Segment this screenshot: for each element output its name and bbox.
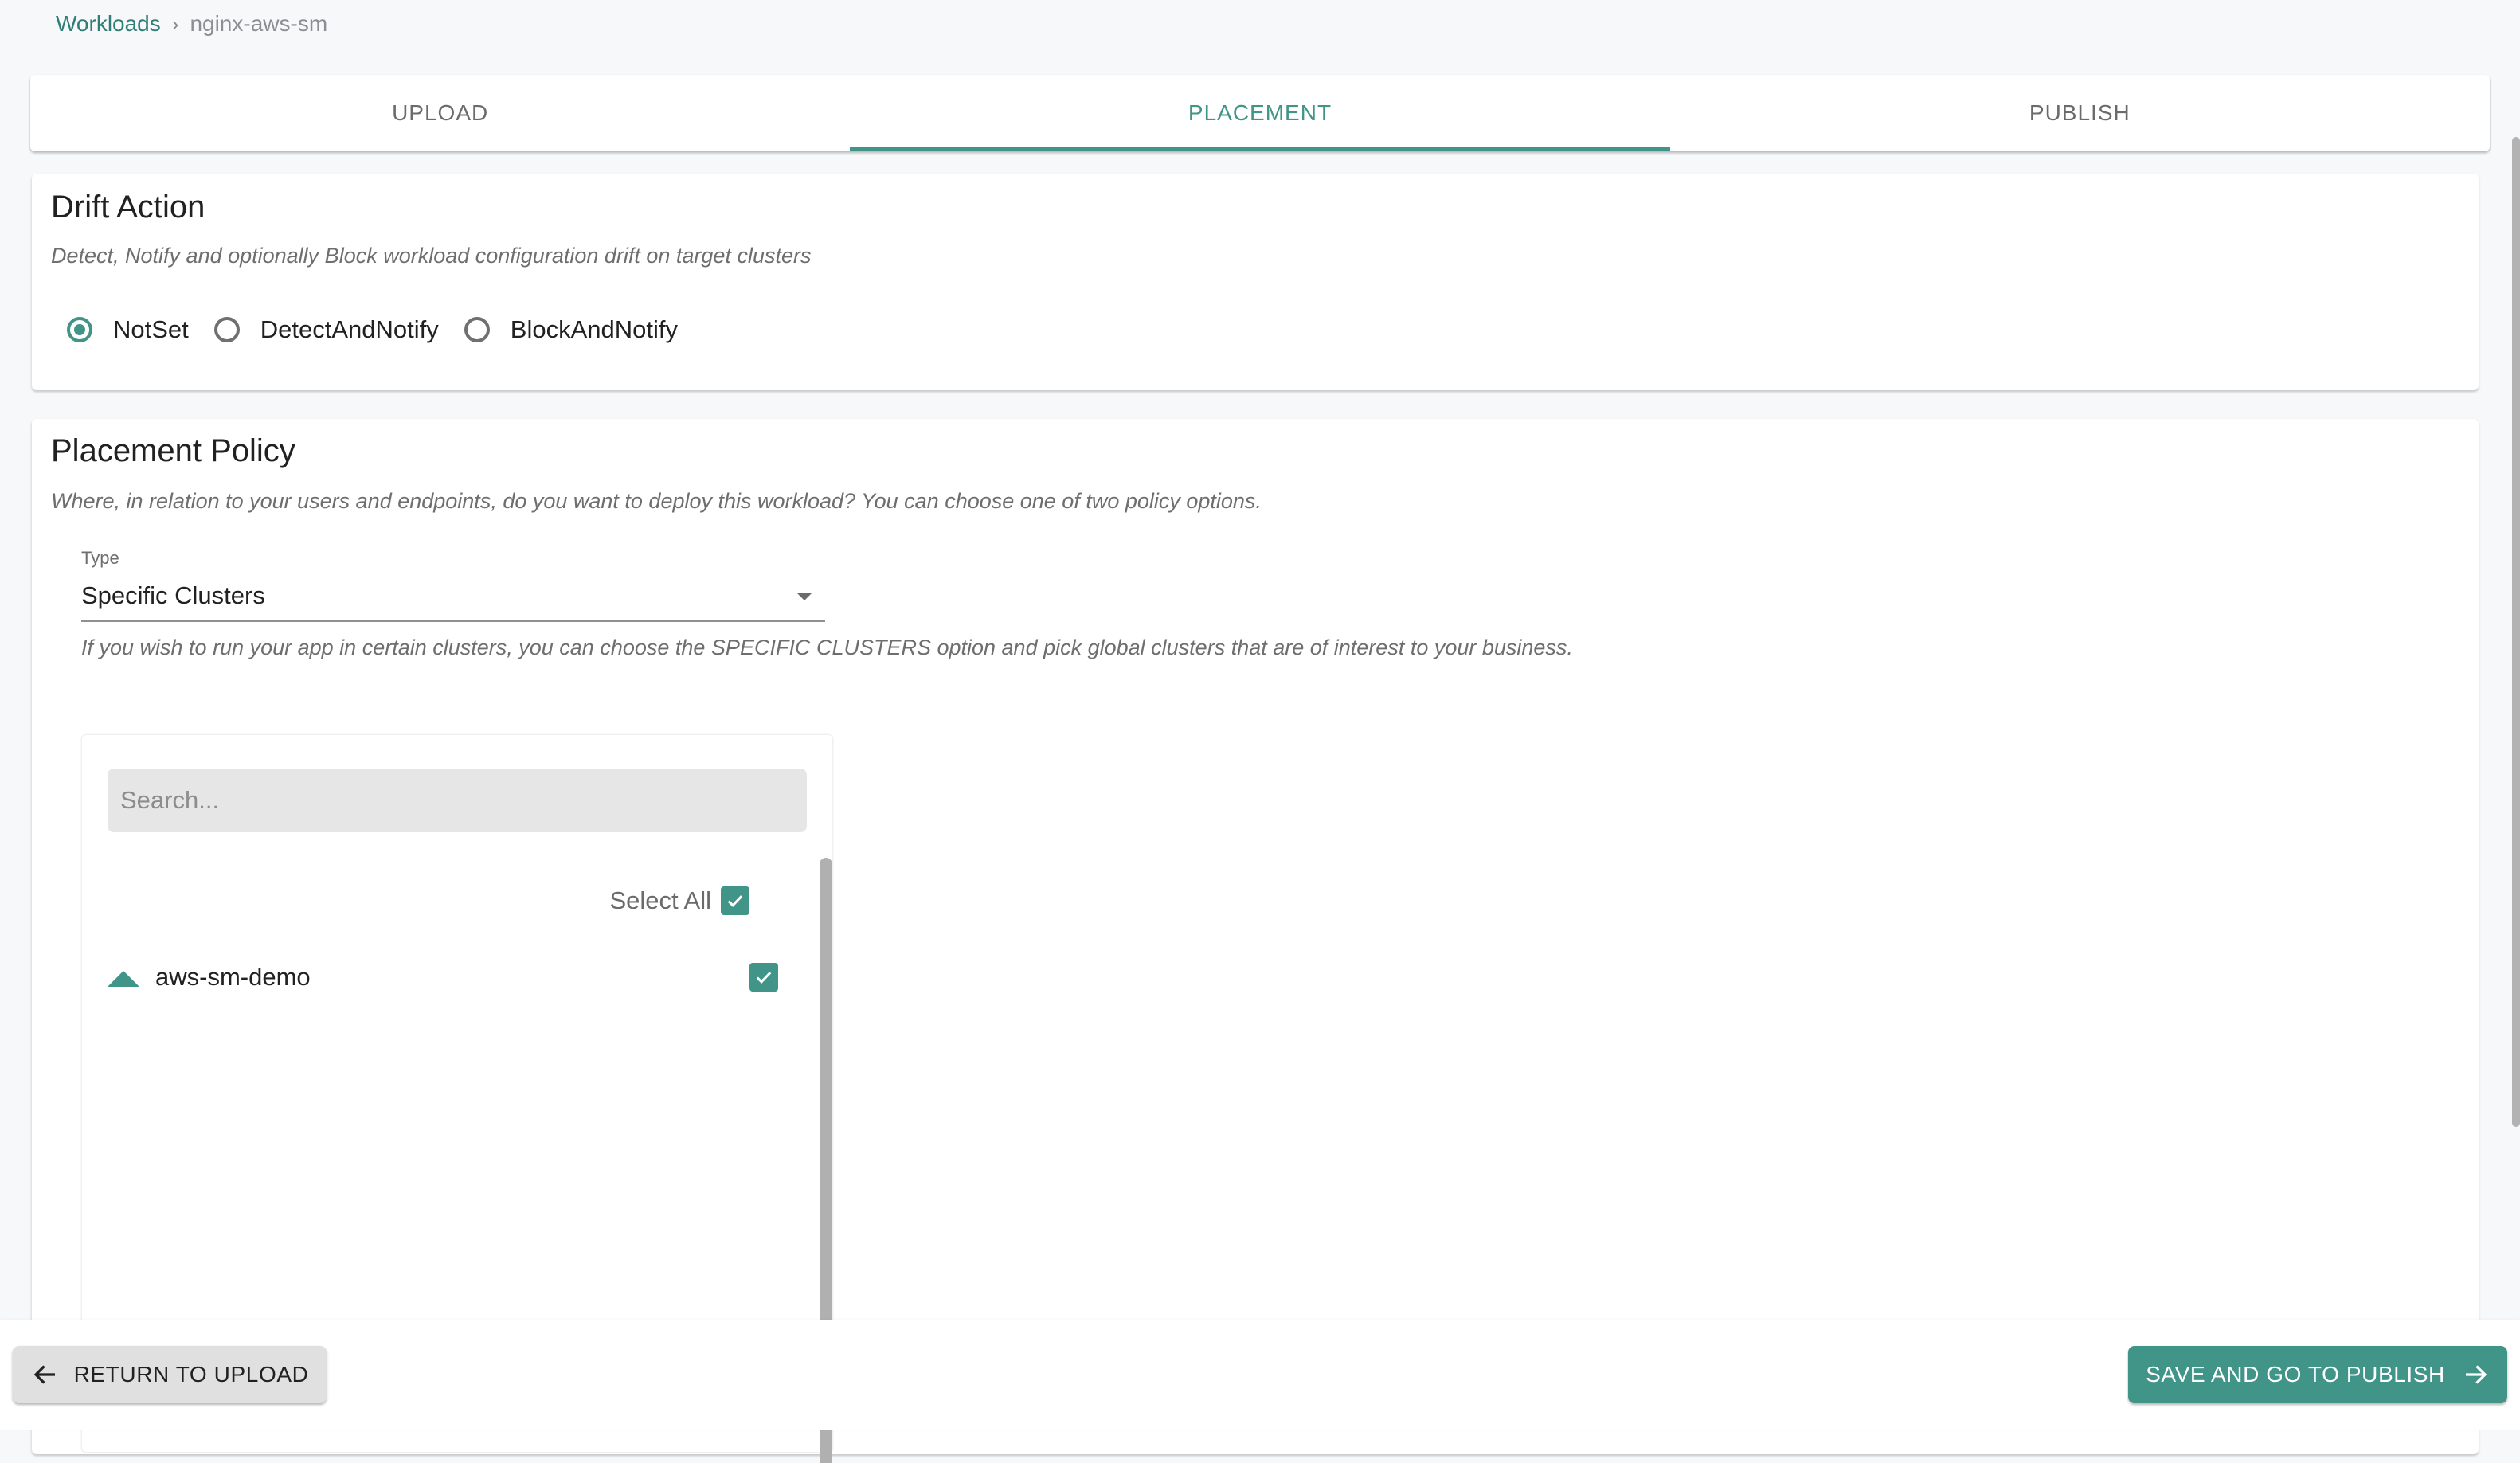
breadcrumb: Workloads › nginx-aws-sm <box>56 11 327 37</box>
type-select-value: Specific Clusters <box>81 581 265 609</box>
select-all-label: Select All <box>609 886 711 914</box>
placement-policy-title: Placement Policy <box>51 433 295 468</box>
drift-action-card: Drift Action Detect, Notify and optional… <box>32 174 2479 390</box>
cluster-list-item: aws-sm-demo <box>108 963 778 995</box>
footer-action-bar: RETURN TO UPLOAD SAVE AND GO TO PUBLISH <box>0 1320 2520 1430</box>
check-icon <box>727 895 743 908</box>
tab-placement[interactable]: PLACEMENT <box>850 75 1670 151</box>
type-label: Type <box>81 548 119 568</box>
check-icon <box>756 972 772 984</box>
type-hint: If you wish to run your app in certain c… <box>81 636 1573 659</box>
return-to-upload-label: RETURN TO UPLOAD <box>73 1362 309 1387</box>
radio-detectandnotify[interactable]: DetectAndNotify <box>213 315 439 344</box>
save-and-go-to-publish-label: SAVE AND GO TO PUBLISH <box>2146 1362 2445 1387</box>
radio-checked-icon[interactable] <box>67 317 92 342</box>
radio-blockandnotify[interactable]: BlockAndNotify <box>464 315 678 344</box>
placement-policy-description: Where, in relation to your users and end… <box>51 489 1262 513</box>
chevron-right-icon: › <box>171 11 179 36</box>
save-and-go-to-publish-button[interactable]: SAVE AND GO TO PUBLISH <box>2128 1346 2507 1403</box>
cluster-name: aws-sm-demo <box>155 963 311 991</box>
stepper-tabs: UPLOAD PLACEMENT PUBLISH <box>30 75 2490 151</box>
placement-policy-card: Placement Policy Where, in relation to y… <box>32 419 2479 1463</box>
type-select[interactable]: Specific Clusters <box>81 575 825 622</box>
radio-notset[interactable]: NotSet <box>67 315 189 344</box>
return-to-upload-button[interactable]: RETURN TO UPLOAD <box>13 1346 327 1403</box>
drift-action-radio-group: NotSet DetectAndNotify BlockAndNotify <box>67 315 703 344</box>
breadcrumb-current: nginx-aws-sm <box>190 11 328 36</box>
arrow-right-icon <box>2465 1365 2487 1384</box>
cluster-checkbox[interactable] <box>749 963 778 992</box>
tab-upload[interactable]: UPLOAD <box>30 75 850 151</box>
radio-label: DetectAndNotify <box>260 315 439 343</box>
caret-up-icon[interactable] <box>108 971 139 987</box>
caret-down-icon[interactable] <box>796 593 812 600</box>
select-all: Select All <box>609 886 749 915</box>
select-all-checkbox[interactable] <box>721 886 749 915</box>
tab-publish[interactable]: PUBLISH <box>1670 75 2490 151</box>
radio-label: BlockAndNotify <box>510 315 678 343</box>
breadcrumb-workloads-link[interactable]: Workloads <box>56 11 161 37</box>
arrow-left-icon <box>33 1365 55 1384</box>
page-scrollbar[interactable] <box>2512 137 2520 1127</box>
radio-unchecked-icon[interactable] <box>213 317 240 342</box>
radio-unchecked-icon[interactable] <box>464 317 490 342</box>
radio-label: NotSet <box>113 315 189 343</box>
drift-action-description: Detect, Notify and optionally Block work… <box>51 244 812 268</box>
cluster-search-input[interactable] <box>108 769 807 832</box>
drift-action-title: Drift Action <box>51 190 205 225</box>
